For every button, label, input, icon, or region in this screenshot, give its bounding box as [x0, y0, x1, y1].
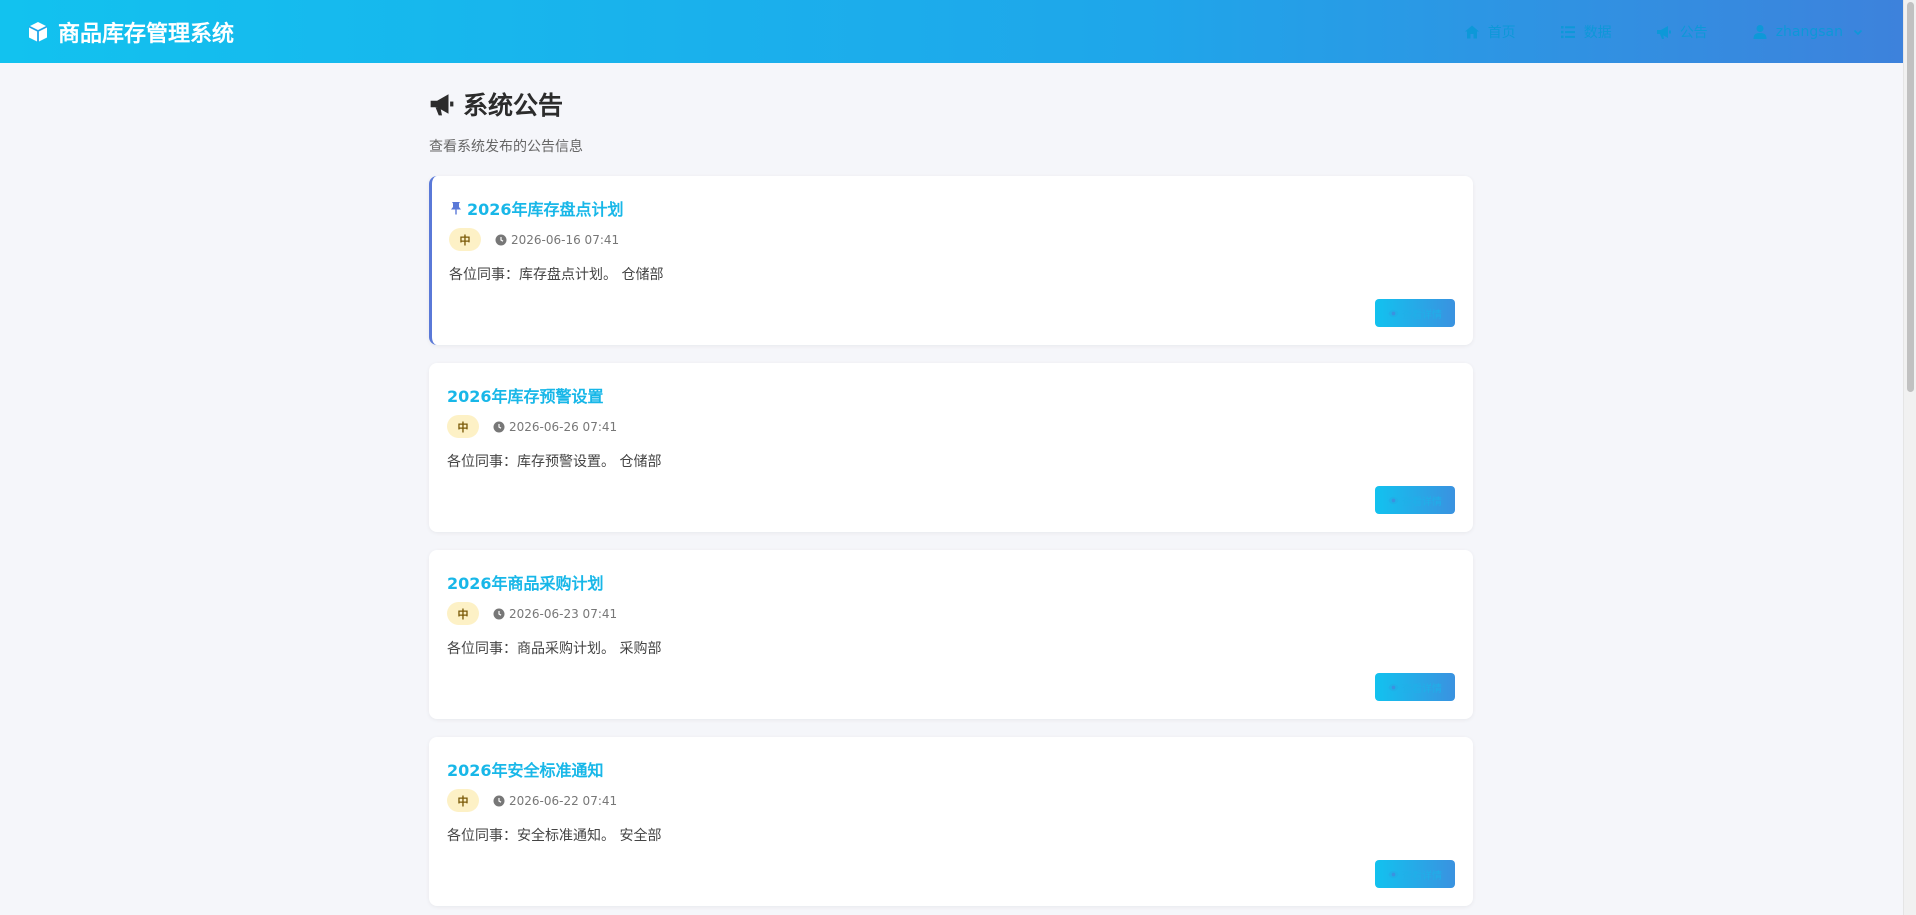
date-text: 2026-06-22 07:41: [509, 793, 618, 808]
nav-announcements-label: 公告: [1679, 24, 1708, 41]
priority-badge: 中: [447, 789, 479, 812]
announcement-title-text: 2026年库存预警设置: [447, 387, 604, 406]
brand-title: 商品库存管理系统: [58, 21, 235, 47]
nav-home-label: 首页: [1487, 24, 1516, 41]
scrollbar-thumb[interactable]: [1907, 2, 1914, 392]
eye-icon: [1388, 870, 1399, 878]
nav-announcements[interactable]: 公告: [1656, 22, 1708, 42]
view-detail-button[interactable]: 查看详情: [1375, 673, 1455, 701]
user-icon: [1753, 24, 1767, 39]
chevron-down-icon: [1853, 29, 1863, 35]
view-detail-button[interactable]: 查看详情: [1375, 860, 1455, 888]
view-detail-label: 查看详情: [1402, 870, 1442, 882]
priority-badge: 中: [449, 228, 481, 251]
date-text: 2026-06-26 07:41: [509, 419, 618, 434]
announcement-date: 2026-06-22 07:41: [493, 794, 617, 808]
announcement-content: 各位同事：安全标准通知。 安全部: [447, 828, 662, 844]
announcement-title-text: 2026年安全标准通知: [447, 761, 604, 780]
page-title: 系统公告: [429, 86, 1473, 122]
announcement-content: 各位同事：商品采购计划。 采购部: [447, 641, 662, 657]
eye-icon: [1388, 683, 1399, 691]
announcement-title-text: 2026年库存盘点计划: [467, 200, 624, 219]
announcement-date: 2026-06-26 07:41: [493, 420, 617, 434]
view-detail-button[interactable]: 查看详情: [1375, 299, 1455, 327]
view-detail-button[interactable]: 查看详情: [1375, 486, 1455, 514]
announcement-date: 2026-06-23 07:41: [493, 607, 617, 621]
announcement-meta: 中 2026-06-22 07:41: [447, 789, 617, 812]
announcement-title-text: 2026年商品采购计划: [447, 574, 604, 593]
megaphone-icon: [1656, 25, 1671, 39]
announcement-meta: 中 2026-06-23 07:41: [447, 602, 617, 625]
view-detail-label: 查看详情: [1402, 496, 1442, 508]
announcement-card: 2026年商品采购计划 中 2026-06-23 07:41 各位同事：商品采购…: [429, 550, 1473, 719]
priority-badge: 中: [447, 415, 479, 438]
pin-icon: [451, 202, 461, 215]
page-scrollbar[interactable]: [1903, 0, 1916, 915]
clock-icon: [495, 234, 507, 245]
top-navbar: 商品库存管理系统 首页 数据 公告 zhangsan: [0, 0, 1903, 63]
nav-data-label: 数据: [1583, 24, 1612, 41]
view-detail-label: 查看详情: [1402, 309, 1442, 321]
clock-icon: [493, 608, 505, 619]
eye-icon: [1388, 309, 1399, 317]
home-icon: [1464, 25, 1479, 38]
announcement-date: 2026-06-16 07:41: [495, 233, 619, 247]
announcement-title[interactable]: 2026年库存预警设置: [447, 383, 604, 407]
announcement-meta: 中 2026-06-26 07:41: [447, 415, 617, 438]
page-title-text: 系统公告: [463, 91, 564, 120]
announcement-content: 各位同事：库存预警设置。 仓储部: [447, 454, 662, 470]
clock-icon: [493, 421, 505, 432]
announcement-card: 2026年库存盘点计划 中 2026-06-16 07:41 各位同事：库存盘点…: [429, 176, 1473, 345]
eye-icon: [1388, 496, 1399, 504]
main-content: 系统公告 查看系统发布的公告信息 2026年库存盘点计划 中 2026-06-1…: [429, 63, 1473, 906]
username: zhangsan: [1775, 23, 1843, 40]
date-text: 2026-06-16 07:41: [511, 232, 620, 247]
announcement-meta: 中 2026-06-16 07:41: [449, 228, 619, 251]
nav-home[interactable]: 首页: [1464, 22, 1516, 42]
announcement-title[interactable]: 2026年安全标准通知: [447, 757, 604, 781]
date-text: 2026-06-23 07:41: [509, 606, 618, 621]
nav-menu: 首页 数据 公告 zhangsan: [1464, 0, 1863, 63]
priority-badge: 中: [447, 602, 479, 625]
announcement-title[interactable]: 2026年商品采购计划: [447, 570, 604, 594]
announcement-card: 2026年库存预警设置 中 2026-06-26 07:41 各位同事：库存预警…: [429, 363, 1473, 532]
list-icon: [1560, 25, 1575, 38]
brand[interactable]: 商品库存管理系统: [26, 0, 234, 63]
announcement-title[interactable]: 2026年库存盘点计划: [449, 196, 624, 220]
page-subtitle: 查看系统发布的公告信息: [429, 139, 583, 155]
megaphone-icon: [430, 94, 454, 116]
announcement-card: 2026年安全标准通知 中 2026-06-22 07:41 各位同事：安全标准…: [429, 737, 1473, 906]
clock-icon: [493, 795, 505, 806]
view-detail-label: 查看详情: [1402, 683, 1442, 695]
nav-data[interactable]: 数据: [1560, 22, 1612, 42]
user-menu[interactable]: zhangsan: [1752, 24, 1863, 40]
cube-icon: [28, 21, 48, 42]
announcement-content: 各位同事：库存盘点计划。 仓储部: [449, 267, 664, 283]
